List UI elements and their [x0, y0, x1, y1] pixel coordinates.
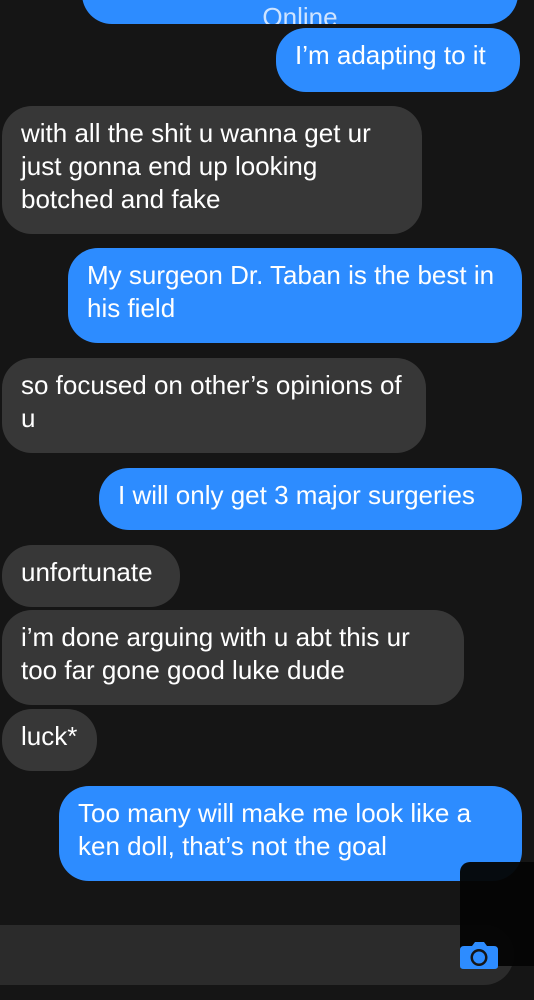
sent-message-bubble[interactable]: I’m adapting to it	[276, 28, 520, 92]
received-message-bubble[interactable]: so focused on other’s opinions of u	[2, 358, 426, 453]
received-message-bubble[interactable]: i’m done arguing with u abt this ur too …	[2, 610, 464, 705]
received-message-bubble[interactable]: luck*	[2, 709, 97, 771]
sent-message-bubble[interactable]: Too many will make me look like a ken do…	[59, 786, 522, 881]
partial-message-text: Online	[262, 2, 338, 24]
camera-icon[interactable]	[459, 941, 499, 970]
sent-message-bubble[interactable]: I will only get 3 major surgeries	[99, 468, 522, 530]
received-message-bubble[interactable]: with all the shit u wanna get ur just go…	[2, 106, 422, 234]
received-message-bubble[interactable]: unfortunate	[2, 545, 180, 607]
sent-message-bubble[interactable]: My surgeon Dr. Taban is the best in his …	[68, 248, 522, 343]
partial-message-bubble: Online	[82, 0, 518, 24]
message-composer[interactable]	[0, 925, 514, 985]
message-thread: Online I’m adapting to it with all the s…	[0, 0, 534, 1000]
